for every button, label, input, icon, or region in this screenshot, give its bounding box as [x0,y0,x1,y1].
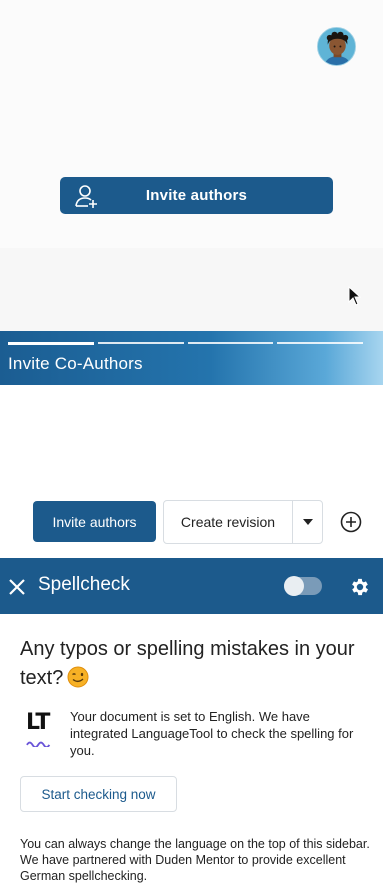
spellcheck-title: Spellcheck [38,574,130,595]
winking-face-icon [67,666,89,688]
invite-authors-toolbar-button[interactable]: Invite authors [33,501,156,542]
language-note-text: You can always change the language on th… [20,837,370,883]
invite-authors-button[interactable]: Invite authors [60,177,333,214]
mouse-cursor-icon [348,286,362,306]
create-revision-split-button: Create revision [163,500,323,544]
create-revision-button[interactable]: Create revision [164,501,292,543]
slide-progress [8,342,363,345]
slide-footer: Invite Co-Authors [0,331,383,385]
invite-authors-label: Invite authors [145,187,248,204]
gear-icon[interactable] [349,576,371,598]
onboarding-slide: Invite authors Invite Co-Authors [0,0,383,385]
user-avatar[interactable] [317,27,356,66]
spellcheck-toggle[interactable] [284,576,322,596]
progress-step[interactable] [187,342,274,344]
avatar-illustration [318,28,355,65]
caret-down-icon [302,519,313,525]
languagetool-logo-text: LT [26,710,50,735]
progress-step[interactable] [8,342,94,345]
slide-caption: Invite Co-Authors [8,354,143,373]
spellcheck-heading: Any typos or spelling mistakes in your t… [20,635,370,693]
progress-step[interactable] [97,342,184,344]
spellcheck-header: Spellcheck [0,558,383,614]
create-revision-dropdown[interactable] [292,501,322,543]
start-checking-button[interactable]: Start checking now [20,776,177,812]
squiggle-underline-icon [26,741,51,749]
plus-circle-icon[interactable] [340,511,362,533]
spellcheck-panel: Any typos or spelling mistakes in your t… [0,614,383,887]
languagetool-logo: LT [26,710,64,749]
language-info-text: Your document is set to English. We have… [70,709,354,758]
document-toolbar: Invite authors Create revision [0,490,383,550]
close-icon[interactable] [7,577,27,597]
slide-band [0,248,383,332]
progress-step[interactable] [277,342,363,344]
toggle-knob [284,576,304,596]
